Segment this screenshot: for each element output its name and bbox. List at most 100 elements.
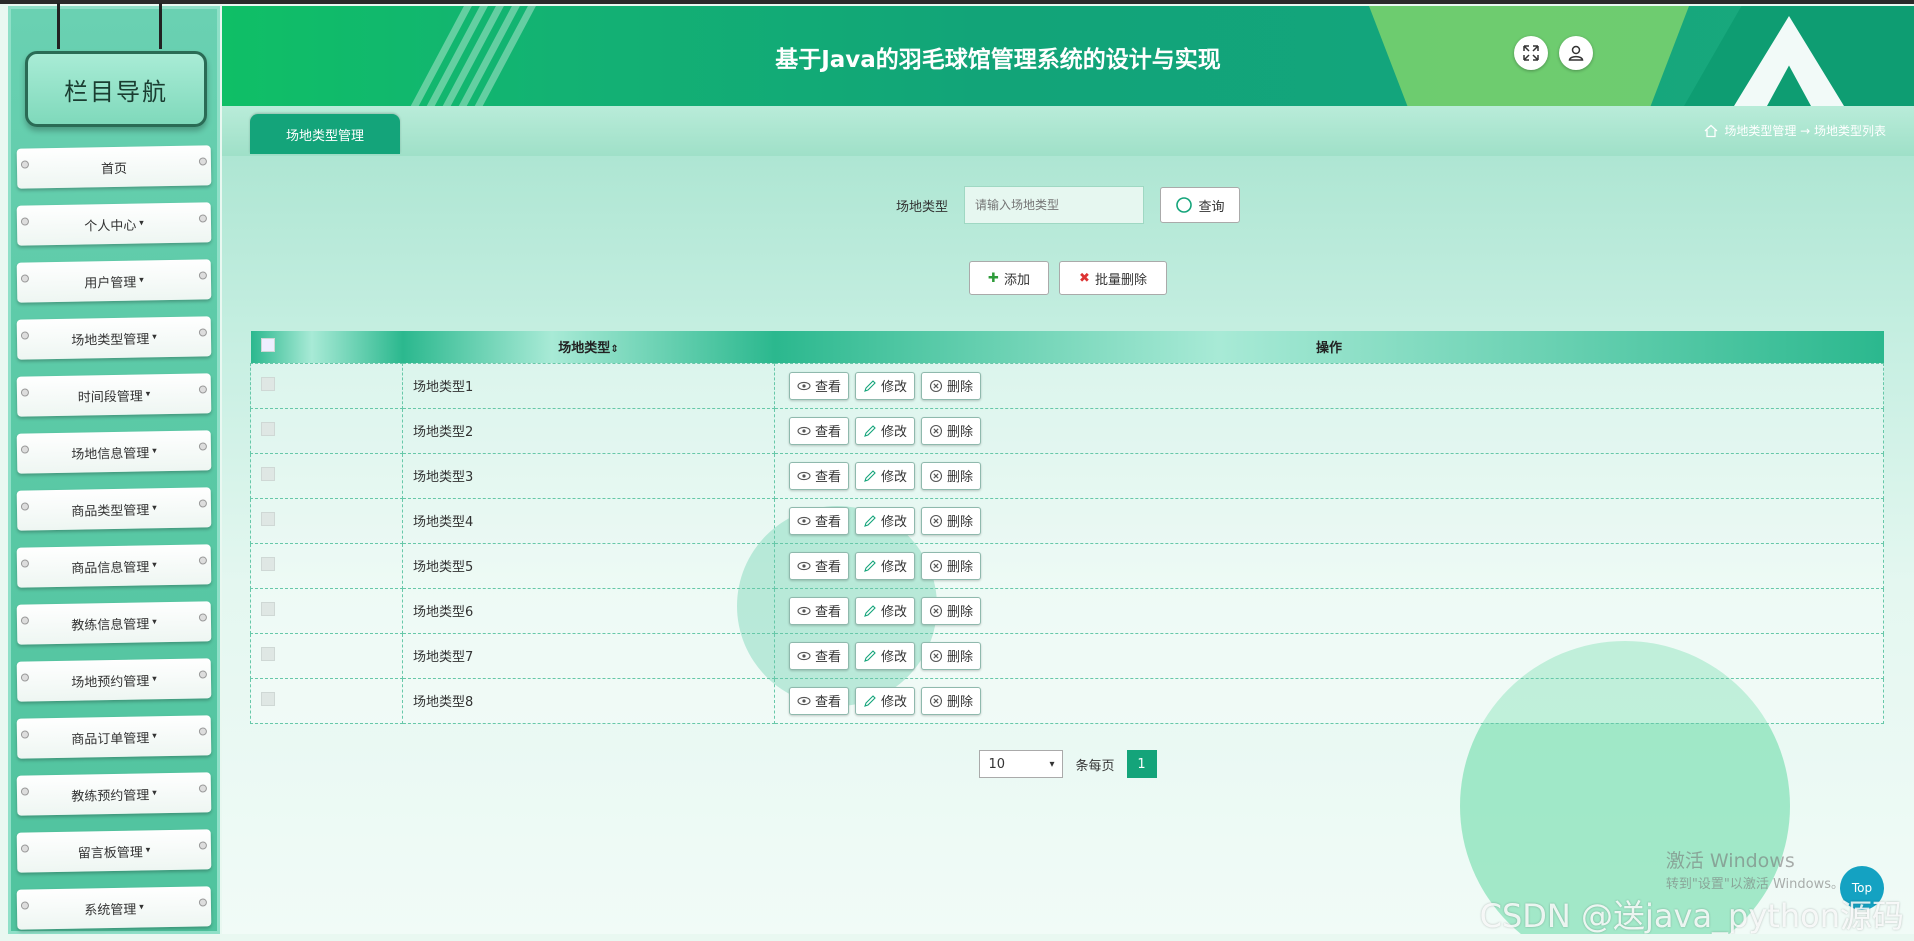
edit-button[interactable]: 修改 (855, 506, 916, 535)
user-button[interactable] (1559, 36, 1593, 70)
search-bar: 场地类型 查询 (222, 186, 1914, 224)
sidebar-item[interactable]: 场地类型管理 ▾ (16, 316, 212, 360)
view-button[interactable]: 查看 (789, 641, 850, 670)
edit-button-label: 修改 (881, 515, 908, 530)
sidebar-item-label: 时间段管理 (77, 388, 143, 406)
sidebar-item-label: 教练信息管理 (71, 616, 150, 634)
query-button[interactable]: 查询 (1160, 187, 1240, 223)
sidebar-item[interactable]: 教练预约管理 ▾ (16, 772, 212, 816)
edit-button[interactable]: 修改 (855, 641, 916, 670)
edit-button[interactable]: 修改 (855, 686, 916, 715)
column-header-venue-type[interactable]: 场地类型⇕ (402, 331, 775, 363)
edit-icon (864, 469, 876, 482)
row-select-cell (250, 452, 403, 499)
sort-icon[interactable]: ⇕ (610, 344, 618, 355)
page-button-1[interactable]: 1 (1126, 750, 1157, 778)
venue-type-cell: 场地类型8 (402, 677, 775, 724)
row-checkbox[interactable] (261, 466, 275, 481)
main-content: 场地类型 查询 ✚ 添加 ✖ 批量删除 (222, 156, 1914, 934)
row-select-cell (250, 587, 403, 634)
add-button[interactable]: ✚ 添加 (969, 261, 1049, 295)
delete-button-label: 删除 (947, 380, 974, 395)
view-button[interactable]: 查看 (789, 506, 850, 535)
venue-type-cell: 场地类型7 (402, 632, 775, 679)
select-all-checkbox[interactable] (260, 337, 275, 352)
edit-icon (864, 379, 876, 392)
edit-button-label: 修改 (881, 695, 908, 710)
eye-icon (797, 471, 811, 480)
sidebar-item[interactable]: 首页 (16, 145, 212, 189)
row-operations-cell: 查看 修改 删除 (774, 362, 1884, 409)
sidebar-item[interactable]: 教练信息管理 ▾ (16, 601, 212, 645)
view-button[interactable]: 查看 (789, 461, 850, 490)
eye-icon (797, 381, 811, 390)
search-input[interactable] (964, 186, 1144, 224)
page-size-select[interactable]: 10 ▾ (979, 750, 1064, 778)
home-icon[interactable] (1704, 124, 1718, 138)
column-header-operations: 操作 (774, 331, 1884, 363)
delete-button-label: 删除 (947, 560, 974, 575)
row-checkbox[interactable] (261, 421, 275, 436)
sidebar-item[interactable]: 商品类型管理 ▾ (16, 487, 212, 531)
sidebar-item[interactable]: 留言板管理 ▾ (16, 829, 212, 873)
sidebar-item[interactable]: 用户管理 ▾ (16, 259, 212, 303)
sidebar-item[interactable]: 时间段管理 ▾ (16, 373, 212, 417)
row-checkbox[interactable] (261, 376, 275, 391)
delete-button[interactable]: 删除 (921, 596, 982, 625)
delete-button-label: 删除 (947, 650, 974, 665)
caret-down-icon: ▾ (152, 788, 157, 799)
sidebar-item-label: 系统管理 (84, 902, 137, 919)
delete-button-label: 删除 (947, 470, 974, 485)
view-button-label: 查看 (815, 425, 842, 440)
delete-button-label: 删除 (947, 515, 974, 530)
venue-type-table: 场地类型⇕ 操作 场地类型1 查看 修改 删除 场地类型2 查看 修改 删除 场地类型3 查看 修改… (250, 331, 1884, 724)
sidebar-item[interactable]: 商品信息管理 ▾ (16, 544, 212, 588)
table-row: 场地类型6 查看 修改 删除 (250, 587, 1884, 634)
row-checkbox[interactable] (261, 601, 275, 616)
tab-venue-type-management[interactable]: 场地类型管理 (250, 114, 400, 154)
edit-button[interactable]: 修改 (855, 551, 916, 580)
fullscreen-button[interactable] (1514, 36, 1548, 70)
action-bar: ✚ 添加 ✖ 批量删除 (222, 261, 1914, 295)
row-checkbox[interactable] (261, 511, 275, 526)
view-button[interactable]: 查看 (789, 371, 850, 400)
eye-icon (797, 696, 811, 705)
watermark-title: 激活 Windows (1665, 850, 1795, 872)
view-button-label: 查看 (815, 470, 842, 485)
delete-button-label: 删除 (947, 605, 974, 620)
view-button[interactable]: 查看 (789, 686, 850, 715)
table-header-row: 场地类型⇕ 操作 (250, 331, 1884, 363)
edit-button[interactable]: 修改 (855, 461, 916, 490)
breadcrumb-text[interactable]: 场地类型管理 → 场地类型列表 (1724, 122, 1886, 139)
delete-button[interactable]: 删除 (921, 686, 982, 715)
row-select-cell (250, 542, 403, 589)
sidebar-item[interactable]: 商品订单管理 ▾ (16, 715, 212, 759)
row-checkbox[interactable] (261, 691, 275, 706)
table-row: 场地类型3 查看 修改 删除 (250, 452, 1884, 499)
delete-icon (929, 649, 943, 662)
row-checkbox[interactable] (261, 556, 275, 571)
sidebar-item[interactable]: 系统管理 ▾ (16, 886, 212, 930)
row-select-cell (250, 497, 403, 544)
eye-icon (797, 606, 811, 615)
delete-button[interactable]: 删除 (921, 416, 982, 445)
edit-button[interactable]: 修改 (855, 416, 916, 445)
delete-button[interactable]: 删除 (921, 461, 982, 490)
delete-button[interactable]: 删除 (921, 641, 982, 670)
delete-button[interactable]: 删除 (921, 371, 982, 400)
batch-delete-button-label: 批量删除 (1094, 272, 1147, 288)
sidebar-item[interactable]: 场地信息管理 ▾ (16, 430, 212, 474)
system-title: 基于Java的羽毛球馆管理系统的设计与实现 (775, 47, 1221, 73)
view-button[interactable]: 查看 (789, 551, 850, 580)
batch-delete-button[interactable]: ✖ 批量删除 (1059, 261, 1167, 295)
view-button[interactable]: 查看 (789, 596, 850, 625)
expand-icon (1523, 45, 1539, 61)
delete-button[interactable]: 删除 (921, 551, 982, 580)
sidebar-item[interactable]: 场地预约管理 ▾ (16, 658, 212, 702)
delete-button[interactable]: 删除 (921, 506, 982, 535)
view-button[interactable]: 查看 (789, 416, 850, 445)
row-checkbox[interactable] (261, 646, 275, 661)
sidebar-item[interactable]: 个人中心 ▾ (16, 202, 212, 246)
edit-button[interactable]: 修改 (855, 596, 916, 625)
edit-button[interactable]: 修改 (855, 371, 916, 400)
